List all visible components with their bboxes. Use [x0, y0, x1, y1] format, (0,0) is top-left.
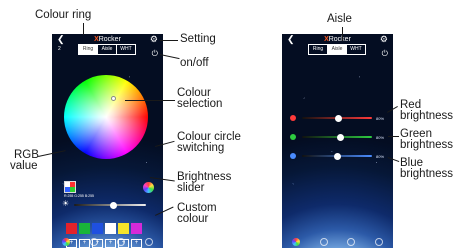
tab-wht[interactable]: WHT [117, 45, 135, 54]
preset-colour-swatch[interactable] [105, 223, 116, 234]
preset-colour-swatch[interactable] [92, 223, 103, 234]
colour-ring[interactable] [64, 75, 148, 159]
preset-colour-swatch[interactable] [118, 223, 129, 234]
blue-brightness-slider[interactable] [302, 152, 372, 160]
red-label-2: brightness [400, 110, 454, 122]
blue-brightness-percent: 80% [376, 154, 385, 159]
green-leader [388, 136, 399, 137]
nav-colour-icon[interactable] [291, 237, 300, 246]
starfield-background [282, 34, 393, 248]
brightness-slider[interactable] [74, 201, 146, 209]
tab-wht[interactable]: WHT [347, 45, 365, 54]
gear-icon[interactable]: ⚙ [380, 35, 388, 44]
colour-circle-switch-icon[interactable] [143, 182, 154, 193]
nav-mode-icon[interactable] [89, 237, 98, 246]
green-label-2: brightness [400, 139, 454, 151]
setting-label: Setting [180, 33, 216, 45]
power-icon[interactable]: ⏻ [152, 50, 158, 58]
tab-ring[interactable]: Ring [79, 45, 98, 54]
brightness-knob[interactable] [110, 201, 118, 209]
ring-selector-knob[interactable] [111, 96, 116, 101]
aisle-screen: ❮ XRocker ⚙ ⏻ Ring Aisle WHT 80% 80% 80% [282, 34, 393, 248]
green-brightness-percent: 80% [376, 135, 385, 140]
bottom-nav [282, 235, 393, 248]
rgb-value-icon [64, 181, 76, 193]
nav-timer-icon[interactable] [117, 237, 126, 246]
green-channel-dot [290, 134, 296, 140]
green-brightness-knob[interactable] [337, 133, 344, 141]
custom-label-2: colour [177, 213, 209, 225]
preset-colour-swatch[interactable] [131, 223, 142, 234]
colour-ring-label: Colour ring [35, 9, 92, 21]
colour-selection-leader [125, 100, 175, 101]
rgb-label-2: value [10, 160, 38, 172]
tab-aisle[interactable]: Aisle [328, 45, 347, 54]
circle-switch-label-2: switching [177, 142, 225, 154]
aisle-leader [342, 27, 343, 41]
app-title: XRocker [324, 36, 351, 43]
brightness-icon: ☀ [62, 199, 70, 208]
power-icon[interactable]: ⏻ [382, 50, 388, 58]
rgb-value-text: R:255 G:255 B:255 [64, 194, 94, 198]
blue-label-2: brightness [400, 168, 454, 180]
blue-channel-dot [290, 153, 296, 159]
red-channel-dot [290, 115, 296, 121]
gear-icon[interactable]: ⚙ [150, 35, 158, 44]
mode-tabs: Ring Aisle WHT [308, 44, 366, 55]
blue-brightness-knob[interactable] [333, 152, 341, 160]
tab-aisle[interactable]: Aisle [98, 45, 117, 54]
device-number: 2 [58, 46, 61, 52]
nav-colour-icon[interactable] [61, 237, 70, 246]
colour-selection-label-2: selection [177, 98, 223, 110]
mode-tabs: Ring Aisle WHT [78, 44, 136, 55]
preset-colour-swatch[interactable] [66, 223, 77, 234]
nav-music-icon[interactable] [145, 237, 154, 246]
preset-colours [66, 223, 142, 234]
aisle-label: Aisle [327, 13, 352, 25]
preset-colour-swatch[interactable] [79, 223, 90, 234]
brightness-label-2: slider [177, 182, 205, 194]
red-brightness-slider[interactable] [302, 114, 372, 122]
app-title: XRocker [94, 36, 121, 43]
setting-leader [160, 40, 178, 41]
on-off-label: on/off [180, 57, 209, 69]
bottom-nav [52, 235, 163, 248]
red-brightness-knob[interactable] [334, 114, 342, 122]
green-brightness-slider[interactable] [302, 133, 372, 141]
colour-ring-leader [83, 23, 84, 35]
tab-ring[interactable]: Ring [309, 45, 328, 54]
nav-music-icon[interactable] [375, 237, 384, 246]
red-brightness-percent: 80% [376, 116, 385, 121]
ring-screen: ❮ XRocker ⚙ 2 ⏻ Ring Aisle WHT R:255 G:2… [52, 34, 163, 248]
nav-mode-icon[interactable] [319, 237, 328, 246]
nav-timer-icon[interactable] [347, 237, 356, 246]
